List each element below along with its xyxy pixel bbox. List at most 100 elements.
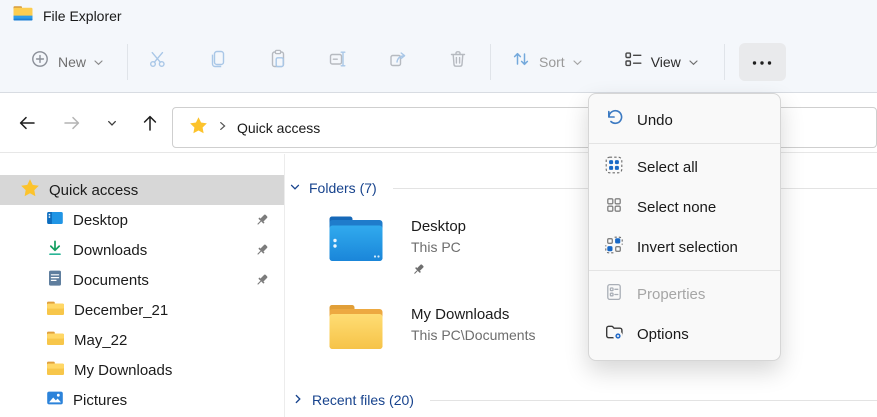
tile-location: This PC\Documents [411, 325, 535, 345]
yellow-folder-icon [328, 303, 386, 358]
recent-locations-chevron[interactable] [106, 117, 118, 129]
folder-icon [46, 360, 65, 380]
window-title: File Explorer [43, 8, 122, 24]
sidebar-item-documents[interactable]: Documents [0, 265, 284, 295]
sort-button[interactable]: Sort [503, 43, 590, 80]
sidebar-item-label: Quick access [49, 182, 138, 199]
chevron-down-icon[interactable] [289, 180, 301, 196]
recent-files-section-label: Recent files (20) [312, 392, 414, 408]
sidebar-item-label: December_21 [74, 302, 168, 319]
view-list-icon [624, 50, 643, 74]
sidebar-item-quick-access[interactable]: Quick access [0, 175, 284, 205]
sidebar-item-december-21[interactable]: December_21 [0, 295, 284, 325]
sort-button-label: Sort [539, 54, 565, 70]
view-button-label: View [651, 54, 681, 70]
command-toolbar: New [0, 31, 877, 93]
breadcrumb-chevron-icon [218, 119, 227, 137]
see-more-button[interactable] [739, 43, 786, 81]
share-icon [388, 49, 408, 74]
sidebar-item-desktop[interactable]: Desktop [0, 205, 284, 235]
undo-icon [604, 108, 624, 132]
copy-button[interactable] [188, 40, 248, 84]
toolbar-divider [724, 44, 725, 80]
sidebar-item-pictures[interactable]: Pictures [0, 385, 284, 415]
sidebar-item-label: May_22 [74, 332, 127, 349]
folder-icon [46, 330, 65, 350]
sidebar-item-may-22[interactable]: May_22 [0, 325, 284, 355]
folder-icon [46, 300, 65, 320]
delete-button[interactable] [428, 40, 488, 84]
folders-section-label: Folders (7) [309, 180, 377, 196]
tile-info: Desktop This PC [411, 215, 466, 282]
new-button[interactable]: New [26, 43, 107, 80]
menu-item-properties: Properties [589, 274, 780, 314]
pin-icon [254, 212, 270, 232]
app-folder-icon [13, 5, 33, 27]
tile-name: Desktop [411, 216, 466, 237]
file-explorer-window: File Explorer New [0, 0, 877, 417]
menu-item-label: Select all [637, 159, 698, 176]
menu-item-label: Undo [637, 112, 673, 129]
sidebar-item-label: Desktop [73, 212, 128, 229]
paste-icon [268, 49, 288, 74]
menu-item-label: Properties [637, 286, 705, 303]
paste-button[interactable] [248, 40, 308, 84]
items-view: Folders (7) [286, 154, 877, 417]
star-icon [20, 178, 40, 202]
pin-icon [254, 242, 270, 262]
tile-info: My Downloads This PC\Documents [411, 303, 535, 358]
title-bar: File Explorer [0, 0, 877, 31]
chevron-right-icon[interactable] [292, 392, 304, 408]
properties-icon [604, 282, 624, 306]
menu-item-invert-selection[interactable]: Invert selection [589, 227, 780, 267]
menu-item-label: Invert selection [637, 239, 738, 256]
sidebar-item-label: Documents [73, 272, 149, 289]
menu-separator [589, 143, 780, 144]
chevron-down-icon [573, 53, 582, 71]
chevron-down-icon [689, 53, 698, 71]
rename-icon [328, 49, 348, 74]
section-divider [430, 400, 877, 401]
breadcrumb-location[interactable]: Quick access [237, 120, 320, 136]
quick-access-star-icon [189, 116, 208, 140]
pin-icon [411, 262, 466, 282]
rename-button[interactable] [308, 40, 368, 84]
menu-item-options[interactable]: Options [589, 314, 780, 354]
select-all-icon [604, 155, 624, 179]
menu-item-undo[interactable]: Undo [589, 100, 780, 140]
invert-selection-icon [604, 235, 624, 259]
trash-icon [448, 49, 468, 74]
ellipsis-icon [751, 53, 773, 71]
pin-icon [254, 272, 270, 292]
menu-item-select-all[interactable]: Select all [589, 147, 780, 187]
plus-circle-icon [30, 49, 50, 74]
blue-folder-icon [328, 215, 386, 282]
options-icon [604, 322, 624, 346]
sidebar-item-label: My Downloads [74, 362, 172, 379]
cut-icon [148, 49, 168, 74]
see-more-dropdown-menu: Undo Select all [588, 93, 781, 361]
tile-location: This PC [411, 237, 466, 257]
sidebar-item-label: Downloads [73, 242, 147, 259]
view-button[interactable]: View [616, 44, 706, 80]
menu-separator [589, 270, 780, 271]
navigation-pane: Quick access Desktop [0, 154, 285, 417]
menu-item-label: Select none [637, 199, 716, 216]
sidebar-item-label: Pictures [73, 392, 127, 409]
new-button-label: New [58, 54, 86, 70]
select-none-icon [604, 195, 624, 219]
pictures-icon [46, 389, 64, 411]
share-button[interactable] [368, 40, 428, 84]
back-button[interactable] [17, 113, 37, 133]
menu-item-select-none[interactable]: Select none [589, 187, 780, 227]
copy-icon [208, 49, 228, 74]
cut-button[interactable] [128, 40, 188, 84]
forward-button[interactable] [62, 113, 82, 133]
toolbar-divider [490, 44, 491, 80]
folders-section-header[interactable]: Folders (7) [286, 178, 877, 198]
sort-arrows-icon [511, 49, 531, 74]
recent-files-section-header[interactable]: Recent files (20) [289, 390, 877, 410]
sidebar-item-downloads[interactable]: Downloads [0, 235, 284, 265]
up-button[interactable] [140, 113, 160, 133]
sidebar-item-my-downloads[interactable]: My Downloads [0, 355, 284, 385]
